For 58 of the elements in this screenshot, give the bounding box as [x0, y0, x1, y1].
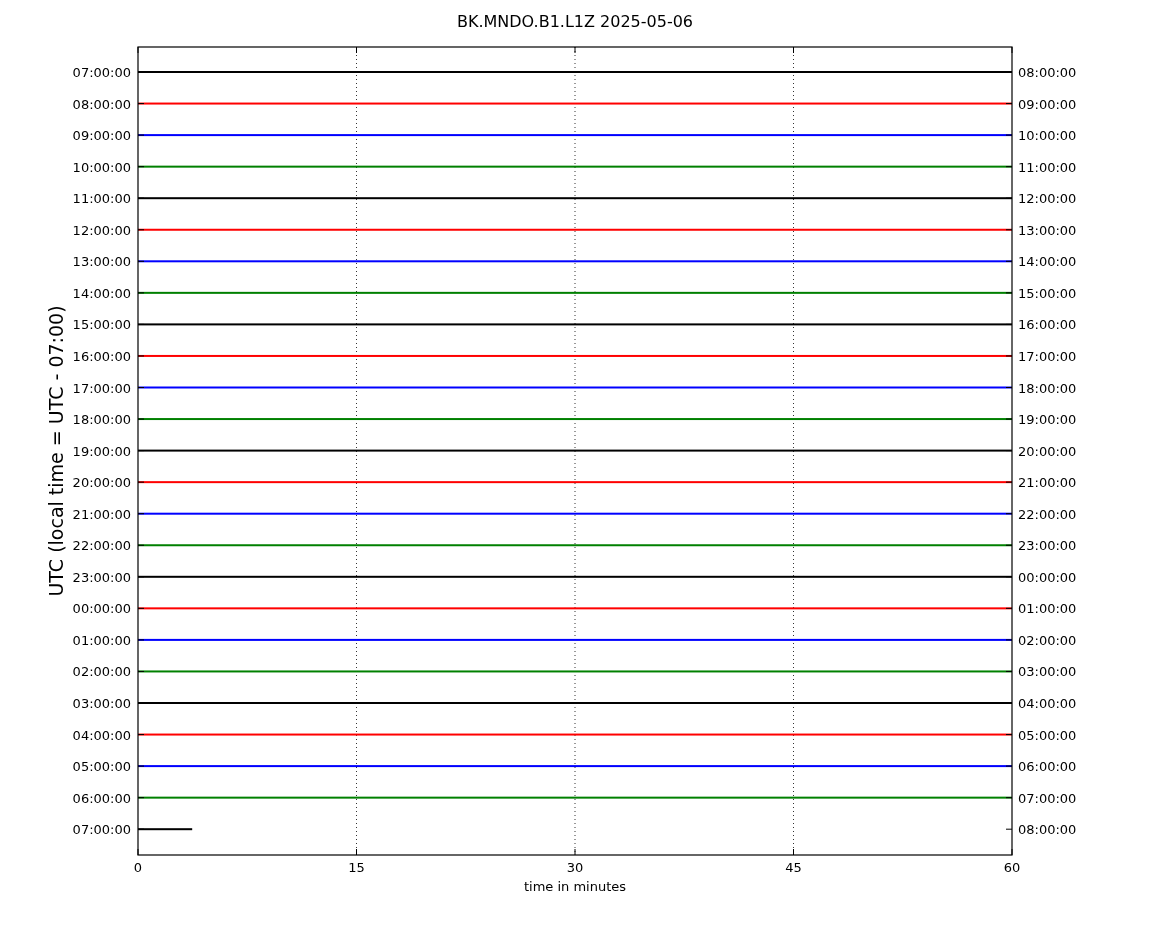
axis-tick-label: 0	[133, 860, 143, 875]
hour-label: 19:00:00	[72, 443, 131, 459]
hour-label: 09:00:00	[72, 128, 131, 144]
hour-label: 16:00:00	[1018, 317, 1077, 333]
hour-label: 11:00:00	[72, 191, 131, 207]
hour-label: 18:00:00	[1018, 380, 1077, 396]
hour-label: 04:00:00	[1018, 696, 1077, 711]
hour-label: 06:00:00	[1018, 759, 1077, 775]
hour-label: 13:00:00	[1018, 222, 1077, 238]
hour-label: 09:00:00	[1018, 96, 1077, 112]
chart-title: BK.MNDO.B1.L1Z 2025-05-06	[457, 12, 693, 31]
axis-tick-label: 45	[785, 860, 802, 875]
hour-label: 23:00:00	[72, 569, 131, 585]
hour-label: 03:00:00	[72, 696, 131, 711]
hour-label: 00:00:00	[1018, 569, 1077, 585]
axis-tick-label: 30	[566, 860, 584, 875]
hour-label: 17:00:00	[1018, 348, 1077, 364]
hour-label: 10:00:00	[1018, 128, 1077, 144]
hour-label: 04:00:00	[72, 727, 131, 743]
hour-label: 08:00:00	[72, 96, 131, 112]
hour-label: 01:00:00	[72, 632, 131, 648]
hour-label: 21:00:00	[72, 506, 131, 522]
hour-label: 15:00:00	[1018, 285, 1077, 301]
hour-label: 07:00:00	[1018, 790, 1077, 806]
hour-label: 08:00:00	[1018, 822, 1077, 838]
hour-label: 00:00:00	[72, 601, 131, 617]
hour-label: 19:00:00	[1018, 412, 1077, 428]
hour-label: 01:00:00	[1018, 601, 1077, 617]
hour-label: 20:00:00	[72, 475, 131, 491]
hour-label: 18:00:00	[72, 412, 131, 428]
hour-label: 16:00:00	[72, 348, 131, 364]
hour-label: 12:00:00	[1018, 191, 1077, 207]
axis-tick-label: 60	[1003, 860, 1021, 875]
hour-label: 02:00:00	[72, 664, 131, 680]
x-axis-label: time in minutes	[523, 879, 627, 894]
hour-label: 14:00:00	[1018, 254, 1077, 270]
hour-label: 06:00:00	[72, 790, 131, 806]
hour-label: 23:00:00	[1018, 538, 1077, 554]
hour-label: 15:00:00	[72, 317, 131, 333]
hour-label: 03:00:00	[1018, 664, 1077, 680]
hour-label: 14:00:00	[72, 285, 131, 301]
hour-label: 21:00:00	[1018, 475, 1077, 491]
hour-label: 07:00:00	[72, 65, 131, 80]
hour-label: 17:00:00	[72, 380, 131, 396]
axis-tick-label: 15	[348, 860, 365, 875]
hour-label: 20:00:00	[1018, 443, 1077, 459]
hour-label: 05:00:00	[1018, 727, 1077, 743]
hour-label: 05:00:00	[72, 759, 131, 775]
hour-label: 11:00:00	[1018, 159, 1077, 175]
hour-label: 22:00:00	[1018, 506, 1077, 522]
hour-label: 13:00:00	[72, 254, 131, 270]
hour-label: 08:00:00	[1018, 65, 1077, 80]
hour-label: 07:00:00	[72, 822, 131, 838]
hour-label: 02:00:00	[1018, 632, 1077, 648]
hour-label: 10:00:00	[72, 159, 131, 175]
hour-label: 12:00:00	[72, 222, 131, 238]
hour-label: 22:00:00	[72, 538, 131, 554]
y-axis-label: UTC (local time = UTC - 07:00)	[45, 305, 67, 597]
